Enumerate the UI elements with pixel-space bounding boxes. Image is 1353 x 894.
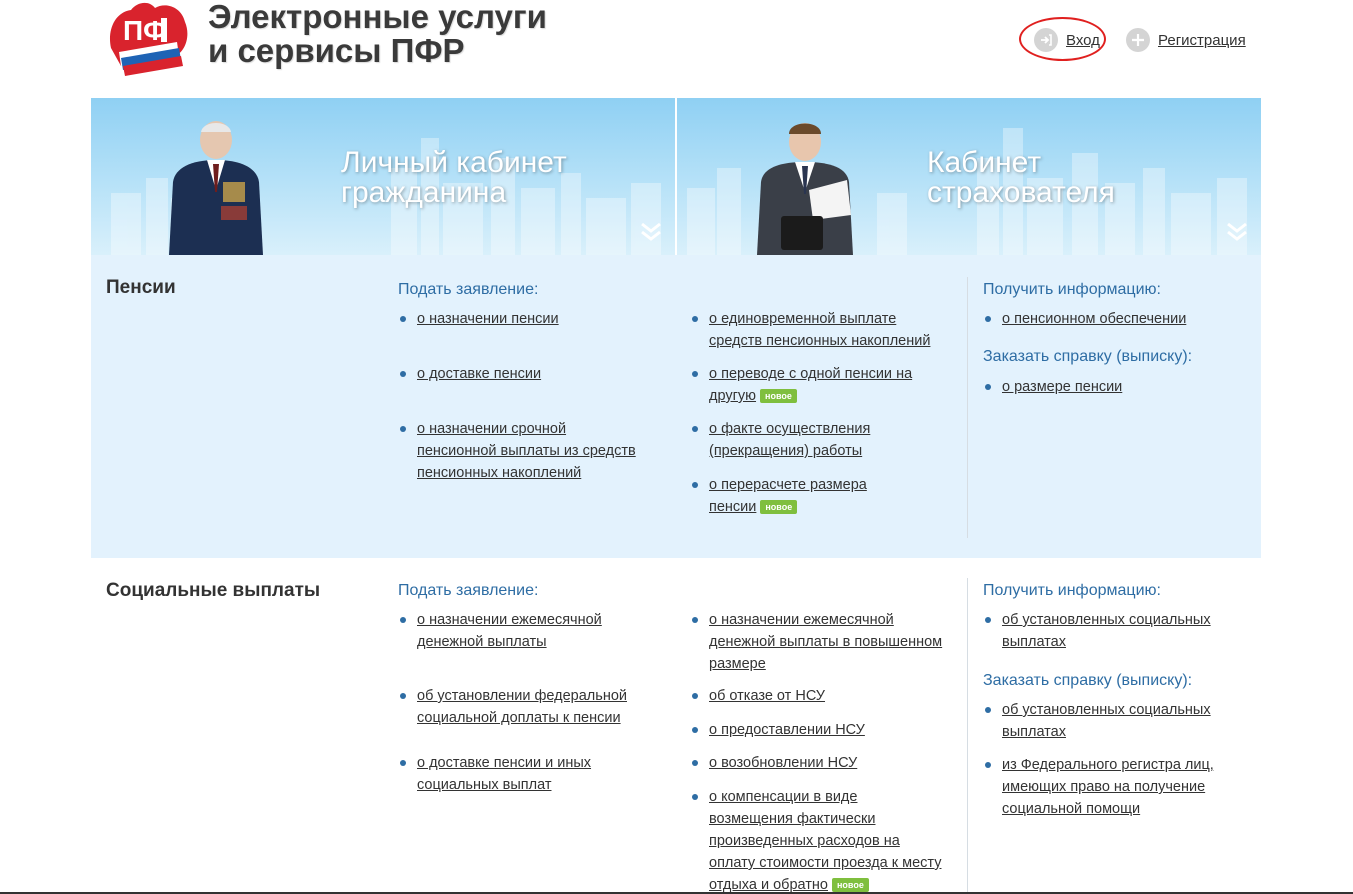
- banner-insurer-title-line2: страхователя: [927, 176, 1115, 209]
- register-link[interactable]: Регистрация: [1126, 28, 1246, 52]
- list-item[interactable]: о компенсации в виде возмещения фактичес…: [690, 786, 941, 894]
- order-heading: Заказать справку (выписку):: [983, 672, 1193, 689]
- banner-citizen-title-line1: Личный кабинет: [341, 146, 567, 179]
- order-heading: Заказать справку (выписку):: [983, 348, 1193, 365]
- column-divider: [967, 277, 968, 538]
- site-title-line2: и сервисы ПФР: [208, 32, 465, 69]
- site-title-line1: Электронные услуги: [208, 0, 547, 35]
- list-item[interactable]: об установленных социальных выплатах: [983, 699, 1211, 743]
- list-item[interactable]: о перерасчете размера пенсии новое: [690, 474, 867, 518]
- info-heading: Получить информацию:: [983, 582, 1161, 599]
- site-title: Электронные услуги и сервисы ПФР: [208, 0, 547, 68]
- list-item[interactable]: об установленных социальных выплатах: [983, 609, 1211, 653]
- svg-text:ПФ: ПФ: [123, 15, 167, 46]
- section-title: Социальные выплаты: [106, 580, 321, 601]
- list-item[interactable]: об отказе от НСУ: [690, 685, 825, 707]
- login-label[interactable]: Вход: [1066, 32, 1100, 49]
- double-chevron-down-icon[interactable]: [1225, 221, 1249, 243]
- list-item[interactable]: о факте осуществления (прекращения) рабо…: [690, 418, 870, 462]
- list-item[interactable]: о доставке пенсии и иных социальных выпл…: [398, 752, 591, 796]
- list-item[interactable]: о пенсионном обеспечении: [983, 308, 1186, 330]
- apply-heading: Подать заявление:: [398, 281, 539, 298]
- pfr-logo[interactable]: ПФ: [103, 0, 193, 80]
- list-item[interactable]: о назначении пенсии: [398, 308, 559, 330]
- list-item[interactable]: о переводе с одной пенсии на другую новое: [690, 363, 912, 407]
- banner-citizen-title-line2: гражданина: [341, 176, 507, 209]
- plus-icon: [1126, 28, 1150, 52]
- banner-insurer-title-line1: Кабинет: [927, 146, 1042, 179]
- double-chevron-down-icon[interactable]: [639, 221, 663, 243]
- banner-insurer-cabinet[interactable]: Кабинет страхователя: [677, 98, 1261, 255]
- column-divider: [967, 578, 968, 894]
- list-item[interactable]: о назначении срочной пенсионной выплаты …: [398, 418, 636, 484]
- list-item[interactable]: о единовременной выплате средств пенсион…: [690, 308, 930, 352]
- banner-citizen-cabinet[interactable]: Личный кабинет гражданина: [91, 98, 675, 255]
- elderly-man-photo: [169, 121, 263, 255]
- list-item[interactable]: о доставке пенсии: [398, 363, 541, 385]
- new-badge: новое: [832, 878, 869, 892]
- login-arrow-icon: [1034, 28, 1058, 52]
- login-link[interactable]: Вход: [1034, 28, 1100, 52]
- section-pensions: Пенсии Подать заявление: о назначении пе…: [91, 255, 1261, 558]
- new-badge: новое: [760, 389, 797, 403]
- businessman-photo: [757, 123, 853, 255]
- list-item[interactable]: о назначении ежемесячной денежной выплат…: [398, 609, 602, 653]
- section-social-payments: Социальные выплаты Подать заявление: о н…: [91, 558, 1261, 894]
- apply-heading: Подать заявление:: [398, 582, 539, 599]
- register-label[interactable]: Регистрация: [1158, 32, 1246, 49]
- info-heading: Получить информацию:: [983, 281, 1161, 298]
- list-item[interactable]: о назначении ежемесячной денежной выплат…: [690, 609, 942, 675]
- list-item[interactable]: об установлении федеральной социальной д…: [398, 685, 627, 729]
- list-item[interactable]: о возобновлении НСУ: [690, 752, 857, 774]
- banner-citizen-title: Личный кабинет гражданина: [341, 148, 567, 208]
- list-item[interactable]: о размере пенсии: [983, 376, 1122, 398]
- list-item[interactable]: из Федерального регистра лиц, имеющих пр…: [983, 754, 1214, 820]
- new-badge: новое: [760, 500, 798, 514]
- section-title: Пенсии: [106, 277, 176, 298]
- banner-insurer-title: Кабинет страхователя: [927, 148, 1115, 208]
- list-item[interactable]: о предоставлении НСУ: [690, 719, 865, 741]
